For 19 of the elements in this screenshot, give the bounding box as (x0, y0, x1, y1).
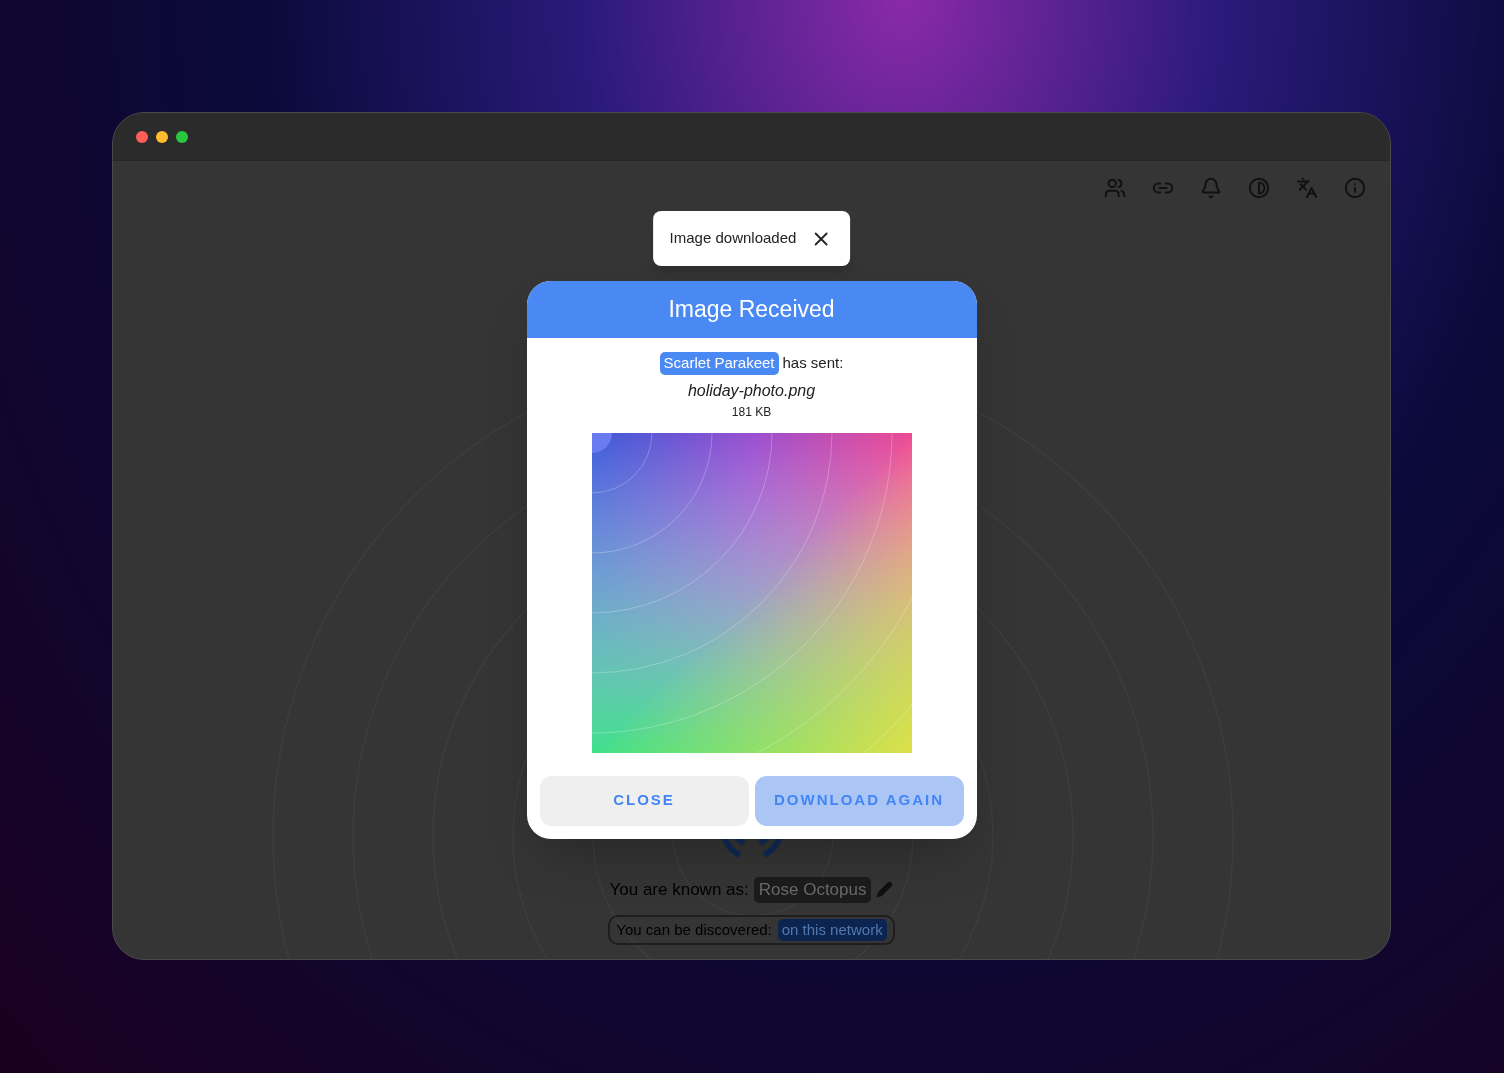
file-name: holiday-photo.png (687, 380, 816, 401)
sender-name: Scarlet Parakeet (659, 352, 779, 375)
bell-icon[interactable] (1200, 177, 1222, 199)
discovery-scope: on this network (777, 918, 887, 941)
close-button[interactable]: CLOSE (539, 775, 749, 826)
contrast-icon[interactable] (1248, 177, 1270, 199)
edit-icon[interactable] (876, 881, 894, 899)
download-button[interactable]: DOWNLOAD AGAIN (754, 775, 964, 826)
toast-message: Image downloaded (669, 228, 797, 249)
file-size: 181 KB (731, 403, 772, 421)
maximize-window-icon[interactable] (176, 130, 188, 143)
language-icon[interactable] (1296, 177, 1318, 199)
dialog-title: Image Received (668, 295, 835, 325)
close-window-icon[interactable] (136, 130, 148, 143)
people-icon[interactable] (1104, 177, 1126, 199)
sent-label: has sent: (782, 353, 844, 373)
minimize-window-icon[interactable] (156, 130, 168, 143)
display-name: Rose Octopus (753, 877, 872, 903)
info-icon[interactable] (1344, 177, 1366, 199)
